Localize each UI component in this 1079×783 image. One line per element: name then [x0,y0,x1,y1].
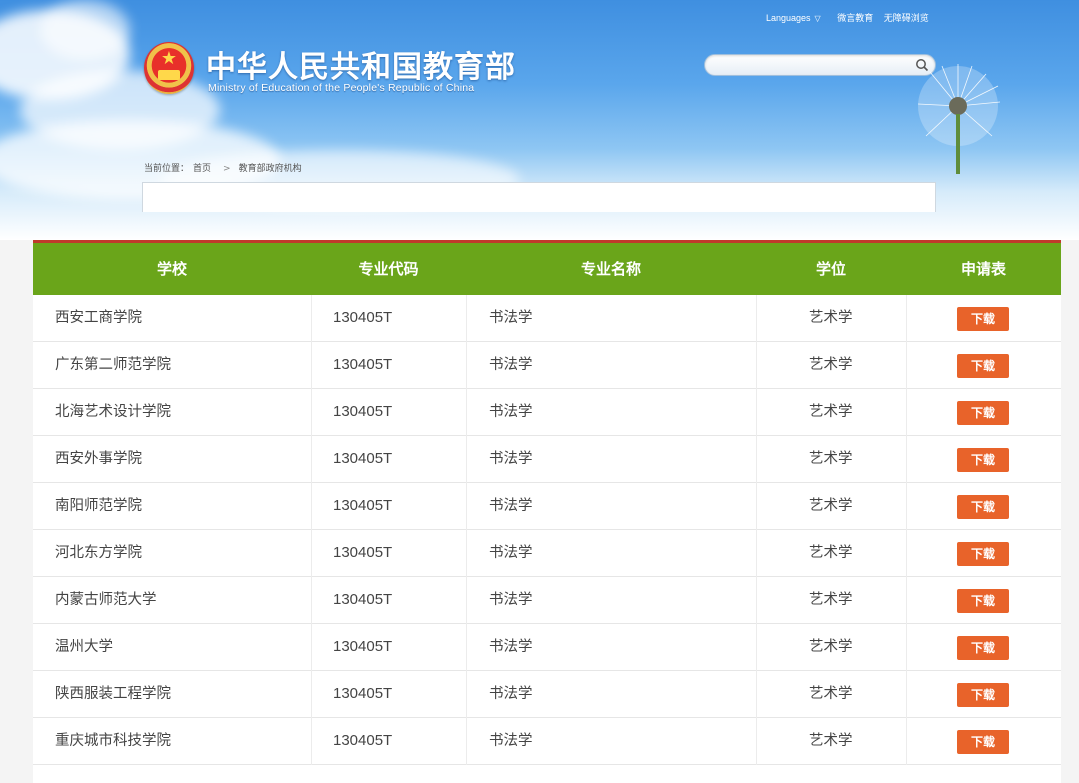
cell-code: 130405T [333,591,393,608]
download-button[interactable]: 下载 [957,683,1009,707]
cell-degree: 艺术学 [809,592,853,608]
cell-degree: 艺术学 [809,498,853,514]
cell-code: 130405T [333,638,393,655]
cell-code: 130405T [333,732,393,749]
cell-school: 北海艺术设计学院 [55,404,171,420]
cell-code: 130405T [333,356,393,373]
national-emblem-icon: ★ [144,42,194,94]
cell-school: 温州大学 [55,639,113,655]
cell-major: 书法学 [489,498,533,514]
cell-degree: 艺术学 [809,733,853,749]
breadcrumb-home[interactable]: 首页 [193,164,211,174]
cell-code: 130405T [333,450,393,467]
site-header: ★ 中华人民共和国教育部 Ministry of Education of th… [0,0,1079,240]
table-header: 学校 专业代码 专业名称 学位 申请表 [33,240,1061,295]
site-subtitle: Ministry of Education of the People's Re… [208,82,475,94]
table-row: 温州大学 130405T 书法学 艺术学 下载 [33,624,1061,671]
cell-degree: 艺术学 [809,545,853,561]
cell-code: 130405T [333,544,393,561]
table-row: 西安外事学院 130405T 书法学 艺术学 下载 [33,436,1061,483]
table-row: 内蒙古师范大学 130405T 书法学 艺术学 下载 [33,577,1061,624]
cell-school: 陕西服装工程学院 [55,686,171,702]
chevron-right-icon: > [223,164,231,174]
cell-degree: 艺术学 [809,404,853,420]
cell-school: 广东第二师范学院 [55,357,171,373]
download-button[interactable]: 下载 [957,636,1009,660]
cell-school: 内蒙古师范大学 [55,592,157,608]
download-button[interactable]: 下载 [957,589,1009,613]
table-row: 北海艺术设计学院 130405T 书法学 艺术学 下载 [33,389,1061,436]
cell-code: 130405T [333,497,393,514]
download-button[interactable]: 下载 [957,495,1009,519]
accessibility-link[interactable]: 无障碍浏览 [884,13,929,23]
table-row: 广东第二师范学院 130405T 书法学 艺术学 下载 [33,342,1061,389]
cell-school: 河北东方学院 [55,545,142,561]
cell-code: 130405T [333,309,393,326]
table-row: 南阳师范学院 130405T 书法学 艺术学 下载 [33,483,1061,530]
table-row: 河北东方学院 130405T 书法学 艺术学 下载 [33,530,1061,577]
cell-code: 130405T [333,403,393,420]
header-school: 学校 [156,260,187,278]
majors-table: 学校 专业代码 专业名称 学位 申请表 西安工商学院 130405T 书法学 艺… [33,240,1061,783]
cell-degree: 艺术学 [809,686,853,702]
download-button[interactable]: 下载 [957,448,1009,472]
header-degree: 学位 [815,260,846,278]
cell-major: 书法学 [489,310,533,326]
header-major: 专业名称 [580,260,641,278]
weiyan-link[interactable]: 微言教育 [837,13,873,23]
breadcrumb-prefix: 当前位置： [144,164,190,174]
download-button[interactable]: 下载 [957,354,1009,378]
header-code: 专业代码 [358,260,419,278]
download-button[interactable]: 下载 [957,307,1009,331]
languages-link[interactable]: Languages [766,13,811,23]
breadcrumb: 当前位置： 首页 > 教育部政府机构 [144,161,306,174]
table-row: 重庆城市科技学院 130405T 书法学 艺术学 下载 [33,718,1061,765]
download-button[interactable]: 下载 [957,542,1009,566]
cell-degree: 艺术学 [809,639,853,655]
cell-major: 书法学 [489,357,533,373]
cell-major: 书法学 [489,545,533,561]
cell-school: 西安外事学院 [55,451,142,467]
dandelion-decoration [917,64,1001,174]
site-title[interactable]: 中华人民共和国教育部 [206,42,516,86]
search-input[interactable] [715,57,905,73]
cell-degree: 艺术学 [809,451,853,467]
content-panel [142,182,936,212]
cell-major: 书法学 [489,686,533,702]
table-row: 西安工商学院 130405T 书法学 艺术学 下载 [33,295,1061,342]
table-row: 陕西服装工程学院 130405T 书法学 艺术学 下载 [33,671,1061,718]
cell-major: 书法学 [489,592,533,608]
header-form: 申请表 [960,260,1006,278]
cell-major: 书法学 [489,404,533,420]
chevron-down-icon[interactable]: ▽ [815,14,821,23]
top-links: Languages ▽ 微言教育 无障碍浏览 [766,11,937,24]
cell-major: 书法学 [489,639,533,655]
cell-school: 西安工商学院 [55,310,142,326]
cell-major: 书法学 [489,733,533,749]
cell-degree: 艺术学 [809,357,853,373]
cell-school: 南阳师范学院 [55,498,142,514]
search-box [704,54,936,76]
download-button[interactable]: 下载 [957,401,1009,425]
download-button[interactable]: 下载 [957,730,1009,754]
cloud-decoration [40,0,130,60]
cell-code: 130405T [333,685,393,702]
cell-degree: 艺术学 [809,310,853,326]
breadcrumb-current[interactable]: 教育部政府机构 [239,164,302,174]
cell-major: 书法学 [489,451,533,467]
cell-school: 重庆城市科技学院 [55,733,171,749]
